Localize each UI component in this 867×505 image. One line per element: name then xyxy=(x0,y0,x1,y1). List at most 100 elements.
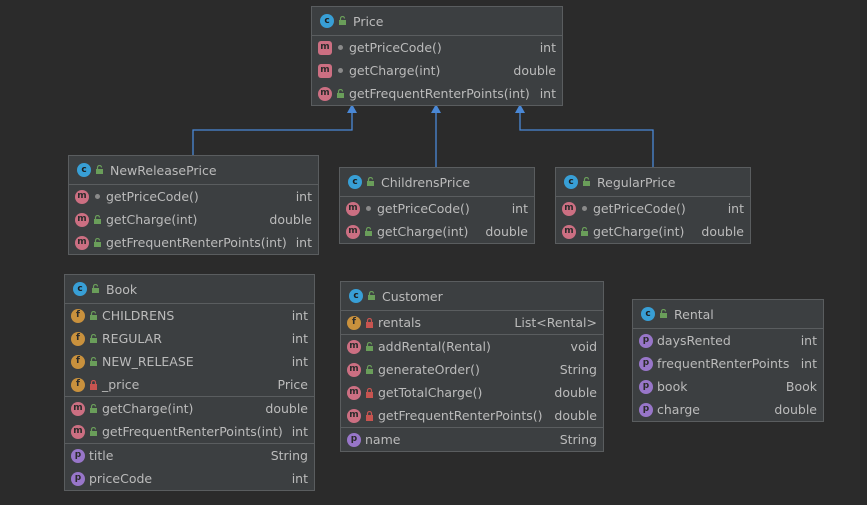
field-type: List<Rental> xyxy=(514,315,597,330)
field-row[interactable]: f REGULAR int xyxy=(65,327,314,350)
class-newreleaseprice[interactable]: c NewReleasePrice m getPriceCode() int m… xyxy=(68,155,319,255)
method-row[interactable]: m getPriceCode() int xyxy=(340,197,534,220)
properties-section: p title String p priceCode int xyxy=(65,444,314,490)
method-name: generateOrder() xyxy=(378,362,480,377)
field-row[interactable]: f _price Price xyxy=(65,373,314,396)
class-price[interactable]: c Price m getPriceCode() int m getCharge… xyxy=(311,6,563,106)
class-header: c ChildrensPrice xyxy=(340,168,534,197)
property-row[interactable]: p book Book xyxy=(633,375,823,398)
property-icon: p xyxy=(639,379,653,394)
package-dot-icon xyxy=(363,203,373,215)
public-visibility-icon xyxy=(579,226,589,238)
method-icon: m xyxy=(562,224,576,239)
property-icon: p xyxy=(639,402,653,417)
package-dot-icon xyxy=(335,42,345,54)
method-name: getCharge(int) xyxy=(593,224,685,239)
field-row[interactable]: f NEW_RELEASE int xyxy=(65,350,314,373)
class-name: Book xyxy=(106,281,138,297)
method-row[interactable]: m getPriceCode() int xyxy=(312,36,562,59)
method-type: String xyxy=(559,362,597,377)
static-field-icon: f xyxy=(71,354,85,369)
property-type: Book xyxy=(785,379,817,394)
class-childrensprice[interactable]: c ChildrensPrice m getPriceCode() int m … xyxy=(339,167,535,244)
field-type: int xyxy=(291,354,308,369)
methods-section: m getPriceCode() int m getCharge(int) do… xyxy=(69,185,318,254)
public-visibility-icon xyxy=(88,426,98,438)
method-row[interactable]: m getCharge(int) double xyxy=(69,208,318,231)
property-row[interactable]: p frequentRenterPoints int xyxy=(633,352,823,375)
method-row[interactable]: m getFrequentRenterPoints() double xyxy=(341,404,603,427)
field-type: Price xyxy=(277,377,309,392)
field-row[interactable]: f rentals List<Rental> xyxy=(341,311,603,334)
property-name: name xyxy=(365,432,401,447)
method-row[interactable]: m getCharge(int) double xyxy=(556,220,750,243)
abstract-method-icon: m xyxy=(318,63,332,78)
property-row[interactable]: p charge double xyxy=(633,398,823,421)
class-name: Rental xyxy=(674,306,714,322)
method-row[interactable]: m getCharge(int) double xyxy=(312,59,562,82)
method-row[interactable]: m getCharge(int) double xyxy=(340,220,534,243)
method-row[interactable]: m getCharge(int) double xyxy=(65,397,314,420)
method-type: int xyxy=(295,189,312,204)
method-row[interactable]: m getTotalCharge() double xyxy=(341,381,603,404)
class-book[interactable]: c Book f CHILDRENS int f REGULAR int f N… xyxy=(64,274,315,491)
method-name: getCharge(int) xyxy=(102,401,194,416)
class-header: c RegularPrice xyxy=(556,168,750,197)
method-row[interactable]: m getFrequentRenterPoints(int) int xyxy=(312,82,562,105)
method-name: addRental(Rental) xyxy=(378,339,491,354)
static-field-icon: f xyxy=(71,308,85,323)
property-name: charge xyxy=(657,402,700,417)
method-icon: m xyxy=(346,201,360,216)
property-icon: p xyxy=(639,356,653,371)
method-icon: m xyxy=(71,424,85,439)
class-name: Price xyxy=(353,13,384,29)
methods-section: m getPriceCode() int m getCharge(int) do… xyxy=(340,197,534,243)
public-visibility-icon xyxy=(92,214,102,226)
class-customer[interactable]: c Customer f rentals List<Rental> m addR… xyxy=(340,281,604,452)
method-type: double xyxy=(513,63,556,78)
public-visibility-icon xyxy=(658,308,668,320)
static-field-icon: f xyxy=(71,331,85,346)
property-row[interactable]: p title String xyxy=(65,444,314,467)
methods-section: m getPriceCode() int m getCharge(int) do… xyxy=(312,36,562,105)
property-type: String xyxy=(559,432,597,447)
property-icon: p xyxy=(71,471,85,486)
method-row[interactable]: m getPriceCode() int xyxy=(556,197,750,220)
method-name: getCharge(int) xyxy=(377,224,469,239)
public-visibility-icon xyxy=(365,176,375,188)
class-icon: c xyxy=(349,289,363,303)
class-icon: c xyxy=(564,175,578,189)
public-visibility-icon xyxy=(581,176,591,188)
method-name: getFrequentRenterPoints(int) xyxy=(106,235,287,250)
method-row[interactable]: m addRental(Rental) void xyxy=(341,335,603,358)
method-icon: m xyxy=(347,408,361,423)
method-icon: m xyxy=(75,189,89,204)
class-header: c Price xyxy=(312,7,562,36)
property-row[interactable]: p daysRented int xyxy=(633,329,823,352)
public-visibility-icon xyxy=(90,283,100,295)
class-icon: c xyxy=(320,14,334,28)
method-row[interactable]: m getFrequentRenterPoints(int) int xyxy=(65,420,314,443)
method-name: getPriceCode() xyxy=(349,40,442,55)
private-lock-icon xyxy=(364,317,374,329)
methods-section: m addRental(Rental) void m generateOrder… xyxy=(341,335,603,428)
field-type: int xyxy=(291,331,308,346)
class-header: c Rental xyxy=(633,300,823,329)
class-header: c Customer xyxy=(341,282,603,311)
class-rental[interactable]: c Rental p daysRented int p frequentRent… xyxy=(632,299,824,422)
private-lock-icon xyxy=(364,387,374,399)
method-row[interactable]: m generateOrder() String xyxy=(341,358,603,381)
field-row[interactable]: f CHILDRENS int xyxy=(65,304,314,327)
package-dot-icon xyxy=(92,191,102,203)
method-type: int xyxy=(539,86,556,101)
method-name: getFrequentRenterPoints() xyxy=(378,408,543,423)
public-visibility-icon xyxy=(88,403,98,415)
class-regularprice[interactable]: c RegularPrice m getPriceCode() int m ge… xyxy=(555,167,751,244)
property-row[interactable]: p priceCode int xyxy=(65,467,314,490)
class-icon: c xyxy=(77,163,91,177)
method-icon: m xyxy=(562,201,576,216)
method-row[interactable]: m getPriceCode() int xyxy=(69,185,318,208)
property-row[interactable]: p name String xyxy=(341,428,603,451)
method-row[interactable]: m getFrequentRenterPoints(int) int xyxy=(69,231,318,254)
arrow-regularprice-to-price xyxy=(519,112,654,167)
